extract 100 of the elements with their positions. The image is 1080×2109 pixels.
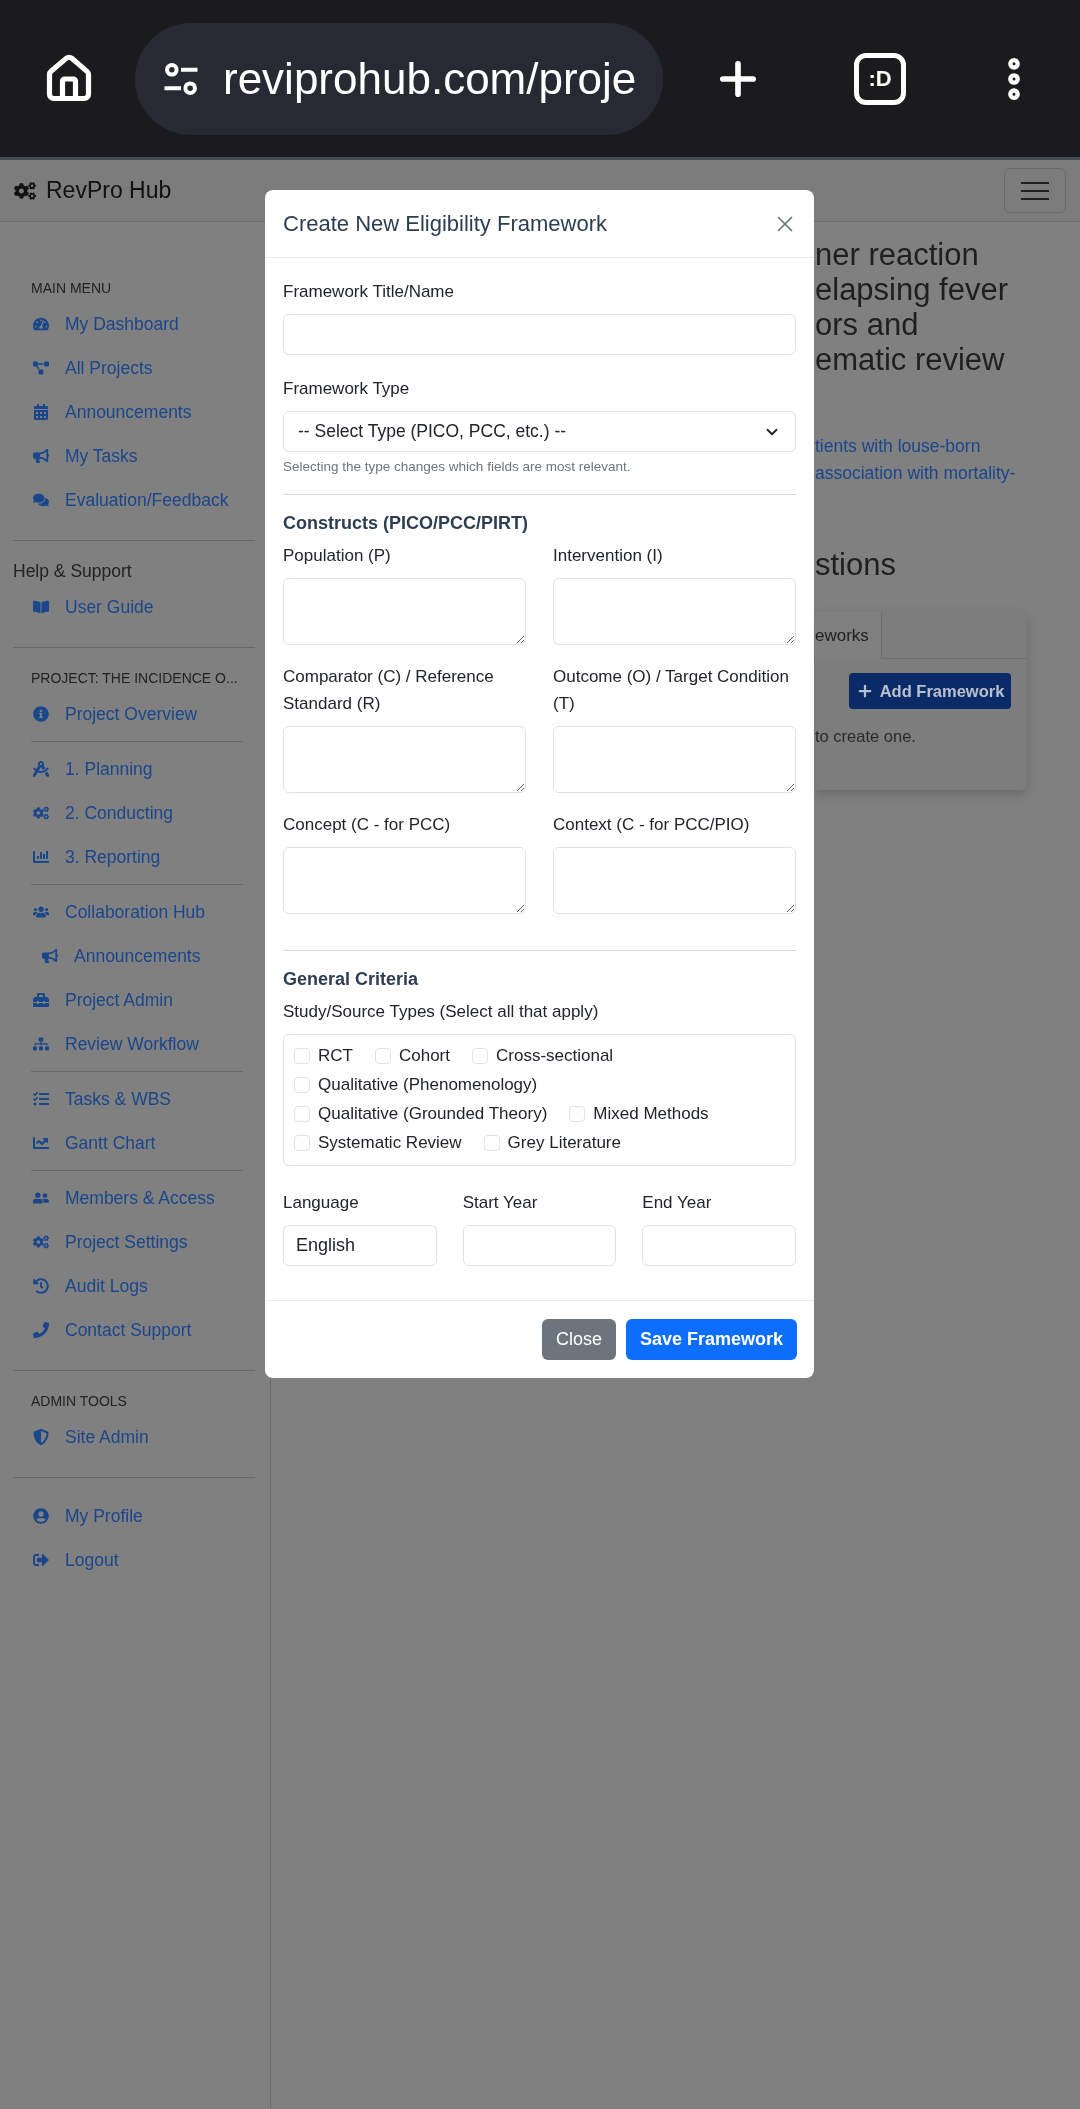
field-label: Framework Type — [283, 378, 411, 400]
frameworks-tab[interactable]: eworks — [815, 612, 882, 659]
sidebar-link[interactable]: User Guide — [13, 585, 255, 629]
sidebar-link[interactable]: Contact Support — [13, 1308, 255, 1352]
line-chart-icon — [33, 1135, 49, 1151]
section-heading: PROJECT: THE INCIDENCE O... — [30, 669, 239, 688]
text-area[interactable] — [283, 578, 526, 645]
checkbox-label: Systematic Review — [318, 1132, 462, 1153]
project-link[interactable]: association with mortality- — [815, 460, 1080, 487]
checkbox[interactable] — [472, 1047, 488, 1064]
shield-icon — [33, 1429, 49, 1445]
field-label: Outcome (O) / Target Condition (T) — [553, 666, 790, 715]
phone-icon — [33, 1322, 49, 1338]
section-title: stions — [815, 547, 897, 582]
sidebar-link[interactable]: 1. Planning — [13, 747, 255, 791]
section-heading: MAIN MENU — [30, 279, 113, 298]
input-field[interactable] — [642, 1225, 796, 1266]
field-label: Context (C - for PCC/PIO) — [553, 814, 751, 836]
user-icon — [33, 1508, 49, 1524]
close-button[interactable]: Close — [541, 1319, 616, 1360]
section-heading: General Criteria — [283, 969, 420, 990]
sidebar-link[interactable]: All Projects — [13, 346, 255, 390]
section-heading: Help & Support — [13, 559, 133, 583]
megaphone-icon — [42, 948, 58, 964]
url-text[interactable]: reviprohub.com/proje — [223, 53, 637, 104]
text-area[interactable] — [553, 578, 796, 645]
sidebar-link[interactable]: Announcements — [13, 934, 255, 978]
sidebar-link[interactable]: My Tasks — [13, 434, 255, 478]
sidebar-link[interactable]: Collaboration Hub — [13, 890, 255, 934]
page-title-line: ner reaction — [815, 237, 980, 272]
checkbox[interactable] — [294, 1134, 310, 1151]
save-button[interactable]: Save Framework — [625, 1319, 797, 1360]
chart-icon — [33, 849, 49, 865]
add-framework-button[interactable]: Add Framework — [849, 673, 1011, 709]
sidebar-link[interactable]: My Dashboard — [13, 302, 255, 346]
field-label: Study/Source Types (Select all that apply) — [283, 1001, 600, 1023]
field-label: Concept (C - for PCC) — [283, 814, 452, 836]
text-area[interactable] — [283, 726, 526, 793]
checkbox[interactable] — [483, 1134, 500, 1151]
gauge-icon — [33, 316, 49, 332]
page-title-line: elapsing fever — [815, 272, 1009, 307]
field-label: End Year — [642, 1192, 713, 1214]
section-heading: Constructs (PICO/PCC/PIRT) — [283, 513, 529, 534]
sidebar-link[interactable]: Audit Logs — [13, 1264, 255, 1308]
field-label: Intervention (I) — [553, 545, 664, 567]
sidebar-link[interactable]: Tasks & WBS — [13, 1077, 255, 1121]
checklist-icon — [33, 1091, 49, 1107]
gears-icon — [33, 805, 49, 821]
history-icon — [33, 1278, 49, 1294]
modal-title: Create New Eligibility Framework — [283, 210, 607, 237]
checkbox-label: Mixed Methods — [593, 1103, 709, 1124]
input-field[interactable] — [462, 1225, 617, 1266]
sidebar-link[interactable]: Members & Access — [13, 1176, 255, 1220]
sidebar-link[interactable]: 2. Conducting — [13, 791, 255, 835]
sidebar-link[interactable]: Project Admin — [13, 978, 255, 1022]
text-area[interactable] — [283, 847, 526, 914]
input-field[interactable]: English — [283, 1225, 437, 1266]
checkbox[interactable] — [374, 1047, 391, 1064]
text-area[interactable] — [553, 726, 796, 793]
checkbox-label: RCT — [318, 1045, 353, 1066]
sidebar-link[interactable]: Evaluation/Feedback — [13, 478, 255, 522]
field-label: Comparator (C) / Reference Standard (R) — [283, 666, 495, 715]
sidebar-link[interactable]: Logout — [13, 1538, 255, 1582]
chat-icon — [33, 492, 49, 508]
sidebar-link[interactable]: Announcements — [13, 390, 255, 434]
sidebar-link[interactable]: My Profile — [13, 1494, 255, 1538]
sidebar-link[interactable]: 3. Reporting — [13, 835, 255, 879]
field-label: Population (P) — [283, 545, 392, 567]
input-field[interactable] — [283, 314, 796, 355]
checkbox[interactable] — [569, 1105, 586, 1122]
sidebar-link[interactable]: Project Settings — [13, 1220, 255, 1264]
project-link[interactable]: tients with louse-born — [815, 433, 1080, 460]
checkbox-label: Qualitative (Grounded Theory) — [318, 1103, 548, 1124]
diagram-icon — [33, 360, 49, 376]
logout-icon — [33, 1552, 49, 1568]
field-label: Language — [283, 1192, 360, 1214]
text-area[interactable] — [553, 847, 796, 914]
gears-icon — [14, 179, 36, 202]
sitemap-icon — [33, 1036, 49, 1052]
page-title-line: ematic review — [815, 342, 1006, 377]
sidebar-link[interactable]: Review Workflow — [13, 1022, 255, 1066]
checkbox-label: Cohort — [398, 1045, 450, 1066]
checkbox-label: Qualitative (Phenomenology) — [318, 1074, 538, 1095]
users-icon — [33, 904, 49, 920]
sidebar-link[interactable]: Project Overview — [13, 692, 255, 736]
checkbox-label: Grey Literature — [507, 1132, 621, 1153]
menu-icon — [1021, 180, 1049, 201]
help-text: Selecting the type changes which fields are most relevant. — [283, 459, 632, 474]
sidebar-link[interactable]: Site Admin — [13, 1415, 255, 1459]
tab-switcher[interactable]: :D — [854, 52, 906, 105]
checkbox[interactable] — [294, 1076, 310, 1093]
type-select[interactable]: -- Select Type (PICO, PCC, etc.) -- — [283, 411, 796, 452]
sidebar-link[interactable]: Gantt Chart — [13, 1121, 255, 1165]
checkbox[interactable] — [294, 1105, 310, 1122]
calendar-icon — [33, 404, 49, 420]
gears-icon — [33, 1234, 49, 1250]
empty-state-text: to create one. — [815, 727, 917, 746]
checkbox[interactable] — [294, 1047, 310, 1064]
menu-toggle-button[interactable] — [1004, 168, 1066, 213]
info-icon — [33, 706, 49, 722]
